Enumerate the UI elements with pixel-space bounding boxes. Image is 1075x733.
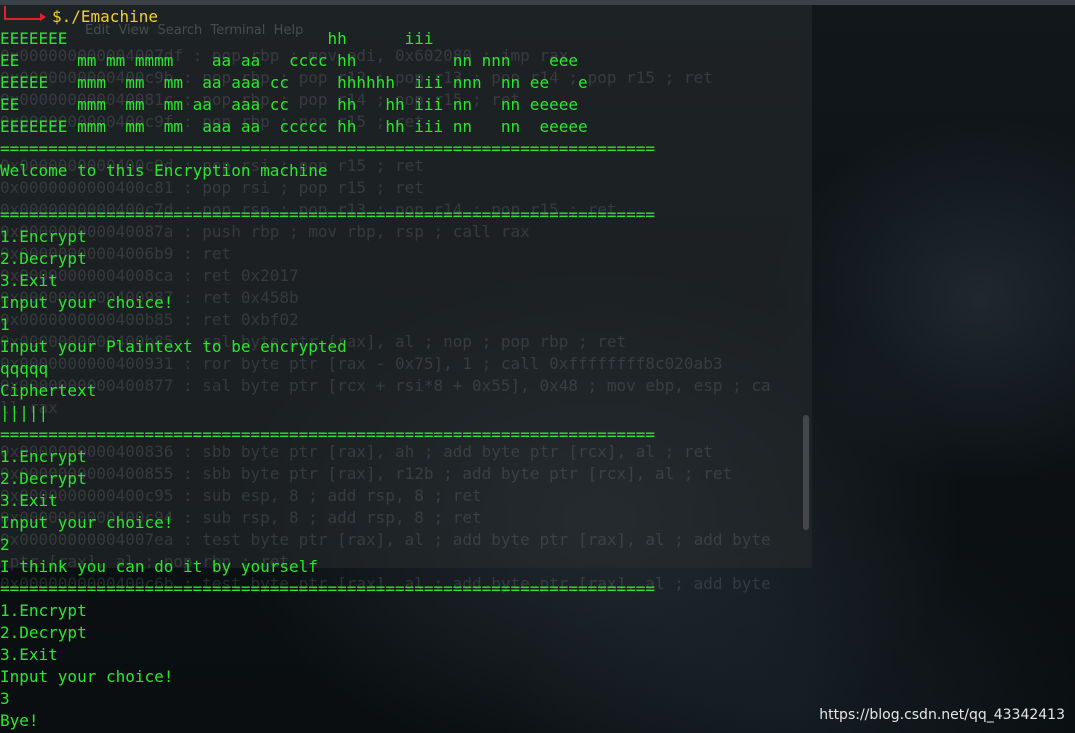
prompt-symbol: $ xyxy=(52,7,62,26)
output-line: Welcome to this Encryption machine xyxy=(0,161,328,180)
output-line: 3 xyxy=(0,689,10,708)
output-line: Input your choice! xyxy=(0,293,174,312)
output-line: ========================================… xyxy=(0,579,656,598)
prompt-arrow-icon xyxy=(40,13,46,21)
output-line: ========================================… xyxy=(0,205,656,224)
terminal-output: $./Emachine EEEEEEE hh iii EE mm mm mmmm … xyxy=(0,6,812,732)
output-line: ||||| xyxy=(0,403,49,422)
command-text: ./Emachine xyxy=(61,7,158,26)
output-line: 1.Encrypt xyxy=(0,227,87,246)
output-line xyxy=(0,182,812,204)
prompt-corner-icon xyxy=(4,6,42,20)
output-line: 3.Exit xyxy=(0,645,58,664)
output-line: 1.Encrypt xyxy=(0,601,87,620)
command-prompt: $./Emachine xyxy=(0,6,812,28)
output-line: EE mmm mm mm aa aaa cc hh hh iii nn nn e… xyxy=(0,95,578,114)
output-line: Bye! xyxy=(0,711,39,730)
output-line: Input your choice! xyxy=(0,667,174,686)
output-line: Ciphertext xyxy=(0,381,97,400)
output-line: ========================================… xyxy=(0,139,656,158)
output-line: qqqqq xyxy=(0,359,49,378)
output-line: 3.Exit xyxy=(0,271,58,290)
output-line: 3.Exit xyxy=(0,491,58,510)
output-line: EEEEEEE mmm mm mm aaa aa ccccc hh hh iii… xyxy=(0,117,588,136)
output-line: I think you can do it by yourself xyxy=(0,557,318,576)
output-line: 2 xyxy=(0,535,10,554)
output-line: 1 xyxy=(0,315,10,334)
output-line: 2.Decrypt xyxy=(0,469,87,488)
watermark-url: https://blog.csdn.net/qq_43342413 xyxy=(819,707,1065,723)
prompt-command-line: $./Emachine xyxy=(52,6,158,28)
output-line: EEEEEEE hh iii xyxy=(0,29,434,48)
output-line: ========================================… xyxy=(0,425,656,444)
output-line: 2.Decrypt xyxy=(0,249,87,268)
output-line: Input your choice! xyxy=(0,513,174,532)
output-line: EEEEE mmm mm mm aa aaa cc hhhhhh iii nnn… xyxy=(0,73,588,92)
program-output: EEEEEEE hh iii EE mm mm mmmm aa aa cccc h… xyxy=(0,28,812,732)
output-line: Input your Plaintext to be encrypted xyxy=(0,337,347,356)
output-line: 1.Encrypt xyxy=(0,447,87,466)
output-line: 2.Decrypt xyxy=(0,623,87,642)
output-line: EE mm mm mmmm aa aa cccc hh nn nnn eee xyxy=(0,51,578,70)
